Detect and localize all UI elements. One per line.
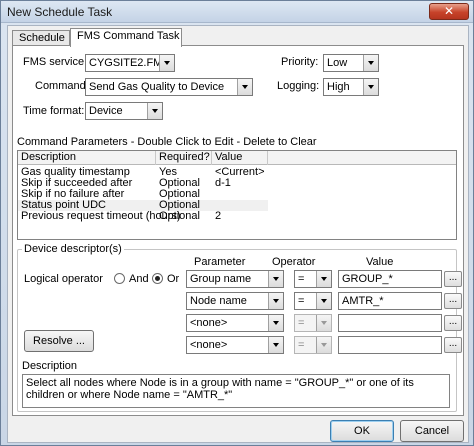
- device-descriptors-title: Device descriptor(s): [22, 243, 124, 255]
- descriptor-value-input-2[interactable]: AMTR_*: [338, 292, 442, 310]
- chevron-down-icon: [316, 337, 331, 353]
- descriptor-parameter-value: <none>: [190, 317, 228, 329]
- operator-column-label: Operator: [272, 256, 316, 268]
- parameter-column-label: Parameter: [194, 256, 246, 268]
- fms-service-value: CYGSITE2.FMS: [89, 57, 170, 69]
- column-header-value[interactable]: Value: [212, 151, 268, 165]
- chevron-down-icon[interactable]: [147, 103, 162, 119]
- time-format-label: Time format:: [23, 105, 85, 117]
- dialog-client-area: Schedule FMS Command Task FMS service: C…: [7, 25, 469, 443]
- ok-button[interactable]: OK: [330, 420, 394, 442]
- descriptor-parameter-combo-2[interactable]: Node name: [186, 292, 284, 310]
- logging-combo[interactable]: High: [323, 78, 379, 96]
- command-parameters-grid[interactable]: Description Required? Value Gas quality …: [17, 150, 457, 240]
- chevron-down-icon[interactable]: [363, 79, 378, 95]
- priority-value: Low: [327, 57, 348, 69]
- descriptor-operator-value: =: [298, 273, 305, 285]
- row-required: Optional: [159, 210, 200, 222]
- descriptor-parameter-value: Group name: [190, 273, 252, 285]
- descriptor-parameter-combo-3[interactable]: <none>: [186, 314, 284, 332]
- command-label: Command:: [35, 80, 89, 92]
- chevron-down-icon[interactable]: [237, 79, 252, 95]
- descriptor-parameter-value: <none>: [190, 339, 228, 351]
- fms-service-label: FMS service:: [23, 56, 88, 68]
- table-row[interactable]: Previous request timeout (hours) Optiona…: [18, 211, 456, 222]
- descriptor-parameter-combo-1[interactable]: Group name: [186, 270, 284, 288]
- value-column-label: Value: [366, 256, 394, 268]
- descriptor-value-input-4[interactable]: [338, 336, 442, 354]
- chevron-down-icon: [316, 315, 331, 331]
- descriptor-browse-button-2[interactable]: ...: [444, 293, 462, 309]
- window-title: New Schedule Task: [7, 5, 113, 19]
- priority-label: Priority:: [281, 56, 319, 68]
- descriptor-operator-value: =: [298, 295, 305, 307]
- descriptor-parameter-value: Node name: [190, 295, 247, 307]
- close-icon: ✕: [443, 4, 455, 18]
- chevron-down-icon[interactable]: [268, 315, 283, 331]
- time-format-combo[interactable]: Device: [85, 102, 163, 120]
- descriptor-browse-button-4[interactable]: ...: [444, 337, 462, 353]
- column-header-required[interactable]: Required?: [156, 151, 212, 165]
- chevron-down-icon[interactable]: [316, 293, 331, 309]
- and-radio[interactable]: [114, 273, 125, 284]
- chevron-down-icon[interactable]: [268, 337, 283, 353]
- descriptor-operator-combo-1[interactable]: =: [294, 270, 332, 288]
- logging-value: High: [327, 81, 350, 93]
- descriptor-browse-button-3[interactable]: ...: [444, 315, 462, 331]
- column-header-description[interactable]: Description: [18, 151, 156, 165]
- descriptor-operator-combo-4: =: [294, 336, 332, 354]
- chevron-down-icon[interactable]: [268, 271, 283, 287]
- logical-operator-label: Logical operator: [24, 273, 103, 285]
- descriptor-browse-button-1[interactable]: ...: [444, 271, 462, 287]
- logging-label: Logging:: [277, 80, 320, 92]
- descriptor-operator-combo-2[interactable]: =: [294, 292, 332, 310]
- descriptor-operator-value: =: [298, 339, 305, 351]
- and-radio-label[interactable]: And: [129, 273, 149, 285]
- close-button[interactable]: ✕: [429, 3, 469, 20]
- descriptor-operator-value: =: [298, 317, 305, 329]
- cancel-button[interactable]: Cancel: [400, 420, 464, 442]
- description-label: Description: [22, 360, 78, 372]
- description-textbox[interactable]: Select all nodes where Node is in a grou…: [22, 374, 450, 408]
- descriptor-value-input-1[interactable]: GROUP_*: [338, 270, 442, 288]
- chevron-down-icon[interactable]: [159, 55, 174, 71]
- row-description: Previous request timeout (hours): [21, 210, 181, 222]
- resolve-button[interactable]: Resolve ...: [24, 330, 94, 352]
- chevron-down-icon[interactable]: [363, 55, 378, 71]
- time-format-value: Device: [89, 105, 123, 117]
- grid-header: Description Required? Value: [18, 151, 456, 165]
- tab-fms-command-task[interactable]: FMS Command Task: [70, 28, 182, 47]
- descriptor-operator-combo-3: =: [294, 314, 332, 332]
- descriptor-value-input-3[interactable]: [338, 314, 442, 332]
- descriptor-parameter-combo-4[interactable]: <none>: [186, 336, 284, 354]
- command-parameters-title: Command Parameters - Double Click to Edi…: [17, 136, 317, 148]
- title-bar[interactable]: New Schedule Task ✕: [1, 1, 473, 23]
- device-descriptors-group: Device descriptor(s) Parameter Operator …: [17, 243, 462, 412]
- or-radio[interactable]: [152, 273, 163, 284]
- fms-service-combo[interactable]: CYGSITE2.FMS: [85, 54, 175, 72]
- chevron-down-icon[interactable]: [268, 293, 283, 309]
- priority-combo[interactable]: Low: [323, 54, 379, 72]
- command-value: Send Gas Quality to Device: [89, 81, 225, 93]
- row-value: d-1: [215, 177, 231, 189]
- new-schedule-task-window: New Schedule Task ✕ Schedule FMS Command…: [0, 0, 474, 446]
- row-value: 2: [215, 210, 222, 222]
- fms-command-task-panel: FMS service: CYGSITE2.FMS Priority: Low …: [12, 45, 464, 416]
- command-combo[interactable]: Send Gas Quality to Device: [85, 78, 253, 96]
- or-radio-label[interactable]: Or: [167, 273, 179, 285]
- tab-schedule[interactable]: Schedule: [12, 30, 70, 46]
- chevron-down-icon[interactable]: [316, 271, 331, 287]
